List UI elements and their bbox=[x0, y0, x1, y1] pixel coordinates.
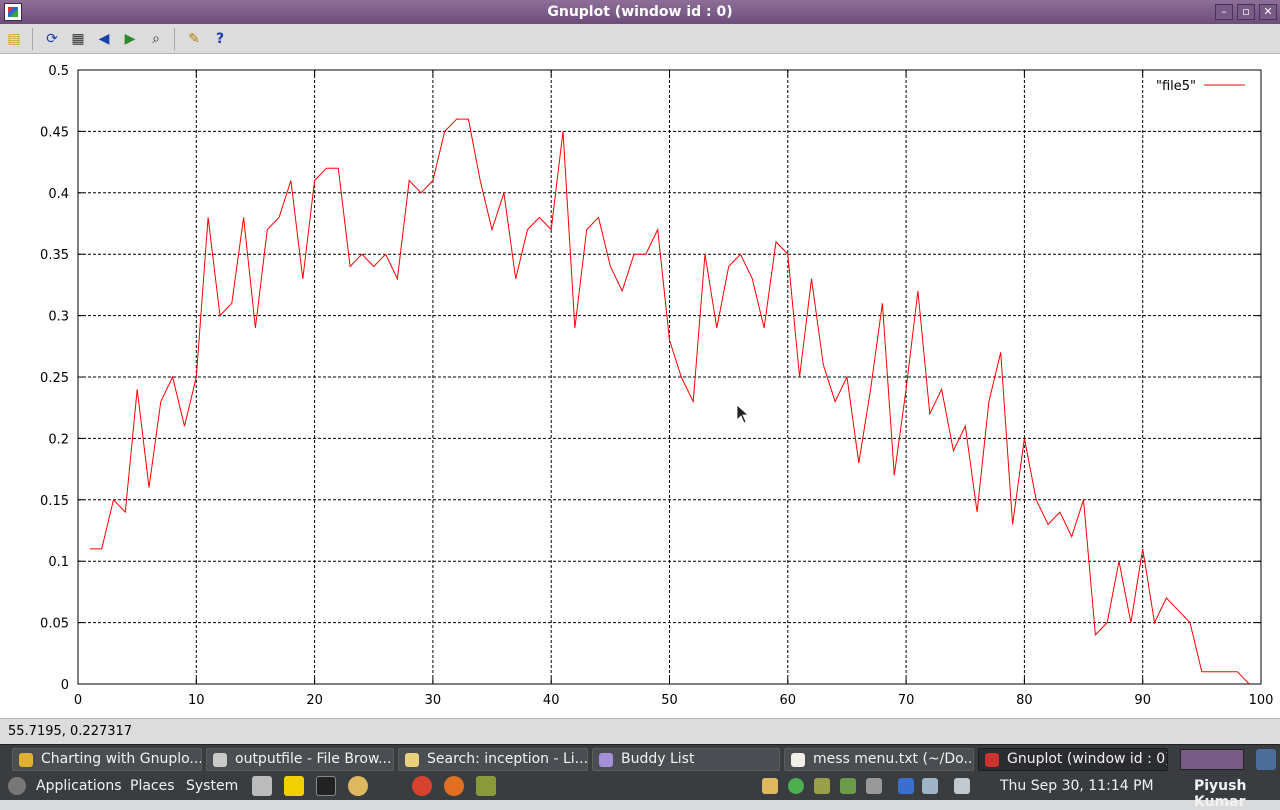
gnuplot-icon bbox=[985, 753, 999, 767]
file-manager-launcher-icon[interactable] bbox=[252, 776, 272, 796]
window-titlebar[interactable]: Gnuplot (window id : 0) – ▫ ✕ bbox=[0, 0, 1280, 24]
help-icon[interactable]: ? bbox=[210, 29, 230, 49]
y-tick-label: 0.15 bbox=[40, 494, 69, 509]
x-tick-label: 90 bbox=[1134, 693, 1151, 708]
tux-launcher-icon[interactable] bbox=[348, 776, 368, 796]
notes-launcher-icon[interactable] bbox=[284, 776, 304, 796]
toolbar-separator bbox=[32, 28, 33, 50]
search-tool-icon bbox=[405, 753, 419, 767]
tux-tray-icon[interactable] bbox=[762, 778, 778, 794]
task-mess-menu-txt[interactable]: mess menu.txt (~/Do... bbox=[784, 748, 974, 771]
y-tick-label: 0.2 bbox=[48, 432, 69, 447]
x-tick-label: 30 bbox=[425, 693, 442, 708]
chrome-launcher-icon[interactable] bbox=[412, 776, 432, 796]
x-tick-label: 100 bbox=[1249, 693, 1274, 708]
x-tick-label: 20 bbox=[306, 693, 323, 708]
file-browser-icon bbox=[213, 753, 227, 767]
y-tick-label: 0.3 bbox=[48, 310, 69, 325]
firefox-launcher-icon[interactable] bbox=[444, 776, 464, 796]
network-tray-icon[interactable] bbox=[922, 778, 938, 794]
y-tick-label: 0 bbox=[61, 678, 69, 693]
pidgin-icon bbox=[599, 753, 613, 767]
task-file-browser[interactable]: outputfile - File Brow... bbox=[206, 748, 394, 771]
task-search-inception[interactable]: Search: inception - Li... bbox=[398, 748, 588, 771]
mouse-cursor-icon bbox=[737, 405, 748, 423]
close-button[interactable]: ✕ bbox=[1259, 4, 1277, 20]
line-chart: 0 10 20 30 40 50 60 70 80 90 100 0 0.05 0.1 0.15 0.2 0.2… bbox=[0, 54, 1280, 718]
bluetooth-tray-icon[interactable] bbox=[898, 778, 914, 794]
task-label: Search: inception - Li... bbox=[427, 751, 588, 767]
maximize-button[interactable]: ▫ bbox=[1237, 4, 1255, 20]
system-menu[interactable]: System bbox=[186, 778, 238, 794]
places-menu[interactable]: Places bbox=[130, 778, 175, 794]
status-tray-icon[interactable] bbox=[788, 778, 804, 794]
y-tick-label: 0.35 bbox=[40, 248, 69, 263]
gnome-panel: Applications Places System Thu Sep 30, 1… bbox=[0, 772, 1280, 800]
battery-tray-icon[interactable] bbox=[954, 778, 970, 794]
y-tick-label: 0.5 bbox=[48, 64, 69, 79]
y-tick-label: 0.1 bbox=[48, 555, 69, 570]
task-label: Gnuplot (window id : 0) bbox=[1007, 751, 1168, 767]
window-title: Gnuplot (window id : 0) bbox=[0, 4, 1280, 20]
x-tick-label: 80 bbox=[1016, 693, 1033, 708]
books-launcher-icon[interactable] bbox=[476, 776, 496, 796]
applications-menu[interactable]: Applications bbox=[36, 778, 122, 794]
task-buddy-list[interactable]: Buddy List bbox=[592, 748, 780, 771]
x-tick-label: 50 bbox=[661, 693, 678, 708]
zoom-next-icon[interactable]: ▶ bbox=[120, 29, 140, 49]
task-label: mess menu.txt (~/Do... bbox=[813, 751, 974, 767]
x-tick-label: 40 bbox=[543, 693, 560, 708]
task-label: Charting with Gnuplo... bbox=[41, 751, 202, 767]
gnome-foot-icon[interactable] bbox=[8, 777, 26, 795]
x-tick-label: 70 bbox=[898, 693, 915, 708]
grid-icon[interactable]: ▦ bbox=[68, 29, 88, 49]
y-tick-label: 0.4 bbox=[48, 187, 69, 202]
workspace-switcher[interactable] bbox=[1180, 749, 1244, 770]
zoom-previous-icon[interactable]: ◀ bbox=[94, 29, 114, 49]
task-label: outputfile - File Brow... bbox=[235, 751, 391, 767]
copy-to-clipboard-icon[interactable]: ▤ bbox=[4, 29, 24, 49]
x-tick-label: 0 bbox=[74, 693, 82, 708]
task-label: Buddy List bbox=[621, 751, 694, 767]
x-tick-label: 60 bbox=[780, 693, 797, 708]
mail-tray-icon[interactable] bbox=[840, 778, 856, 794]
autoscale-icon[interactable]: ⌕ bbox=[146, 29, 166, 49]
task-gnuplot[interactable]: Gnuplot (window id : 0) bbox=[978, 748, 1168, 771]
replot-icon[interactable]: ⟳ bbox=[42, 29, 62, 49]
update-tray-icon[interactable] bbox=[814, 778, 830, 794]
chrome-icon bbox=[19, 753, 33, 767]
plot-canvas[interactable]: 0 10 20 30 40 50 60 70 80 90 100 0 0.05 0.1 0.15 0.2 0.2… bbox=[0, 54, 1280, 718]
legend-label: "file5" bbox=[1156, 79, 1196, 94]
mouse-coordinates: 55.7195, 0.227317 bbox=[0, 718, 1280, 744]
x-tick-label: 10 bbox=[188, 693, 205, 708]
minimize-button[interactable]: – bbox=[1215, 4, 1233, 20]
user-name[interactable]: Piyush Kumar bbox=[1194, 778, 1280, 810]
window-list-taskbar: Charting with Gnuplo... outputfile - Fil… bbox=[0, 744, 1280, 772]
clock[interactable]: Thu Sep 30, 11:14 PM bbox=[1000, 778, 1154, 794]
y-tick-label: 0.05 bbox=[40, 617, 69, 632]
y-tick-label: 0.45 bbox=[40, 125, 69, 140]
show-desktop-icon[interactable] bbox=[1256, 749, 1276, 770]
toolbar: ▤ ⟳ ▦ ◀ ▶ ⌕ ✎ ? bbox=[0, 24, 1280, 54]
y-tick-label: 0.25 bbox=[40, 371, 69, 386]
volume-tray-icon[interactable] bbox=[866, 778, 882, 794]
toolbar-separator bbox=[174, 28, 175, 50]
text-editor-icon bbox=[791, 753, 805, 767]
terminal-launcher-icon[interactable] bbox=[316, 776, 336, 796]
preferences-icon[interactable]: ✎ bbox=[184, 29, 204, 49]
task-charting-with-gnuplot[interactable]: Charting with Gnuplo... bbox=[12, 748, 202, 771]
